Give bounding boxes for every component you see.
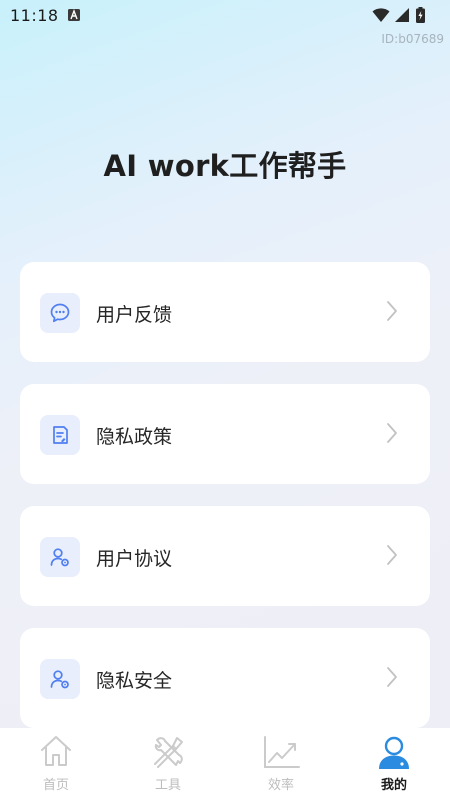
status-bar: 11:18 <box>0 0 450 32</box>
device-id-label: ID:b07689 <box>381 32 444 46</box>
menu-item-label: 隐私安全 <box>96 670 173 692</box>
nav-item-home[interactable]: 首页 <box>0 728 112 800</box>
menu-item-label: 用户反馈 <box>96 304 173 326</box>
chevron-right-icon <box>387 667 397 687</box>
menu-item-user-agreement[interactable]: 用户协议 <box>20 506 430 606</box>
screen: 11:18 ID:b07689 AI work工作帮手 用户反馈 隐私政策 用户… <box>0 0 450 800</box>
menu-icon-bg <box>40 537 80 577</box>
home-icon <box>41 736 71 766</box>
menu-icon-bg <box>40 415 80 455</box>
chevron-right-icon <box>387 301 397 321</box>
nav-label: 我的 <box>380 778 407 793</box>
status-icons <box>372 7 442 23</box>
document-icon <box>53 426 68 444</box>
menu-item-privacy-security[interactable]: 隐私安全 <box>20 628 430 728</box>
tools-icon <box>154 737 183 768</box>
wifi-icon <box>372 8 390 22</box>
bottom-nav: 首页 工具 效率 我的 <box>0 728 450 800</box>
user-settings-icon <box>50 548 69 567</box>
nav-item-profile[interactable]: 我的 <box>338 728 450 800</box>
a-box-icon <box>68 9 80 21</box>
menu-item-label: 用户协议 <box>96 548 173 570</box>
signal-icon <box>395 8 409 22</box>
nav-label: 效率 <box>267 778 294 793</box>
profile-icon <box>379 736 409 769</box>
chevron-right-icon <box>387 545 397 565</box>
menu-icon-bg <box>40 659 80 699</box>
nav-label: 首页 <box>42 778 69 793</box>
user-settings-icon <box>50 670 69 689</box>
status-time: 11:18 <box>10 6 59 25</box>
chevron-right-icon <box>387 423 397 443</box>
app-title: AI work工作帮手 <box>103 149 347 183</box>
menu-item-privacy-policy[interactable]: 隐私政策 <box>20 384 430 484</box>
menu-item-label: 隐私政策 <box>96 426 173 448</box>
chat-bubble-icon <box>50 303 70 323</box>
nav-label: 工具 <box>154 778 181 793</box>
menu-item-feedback[interactable]: 用户反馈 <box>20 262 430 362</box>
chart-trend-icon <box>264 736 300 768</box>
menu-icon-bg <box>40 293 80 333</box>
nav-item-tools[interactable]: 工具 <box>112 728 224 800</box>
battery-charging-icon <box>416 7 425 23</box>
nav-item-efficiency[interactable]: 效率 <box>225 728 337 800</box>
